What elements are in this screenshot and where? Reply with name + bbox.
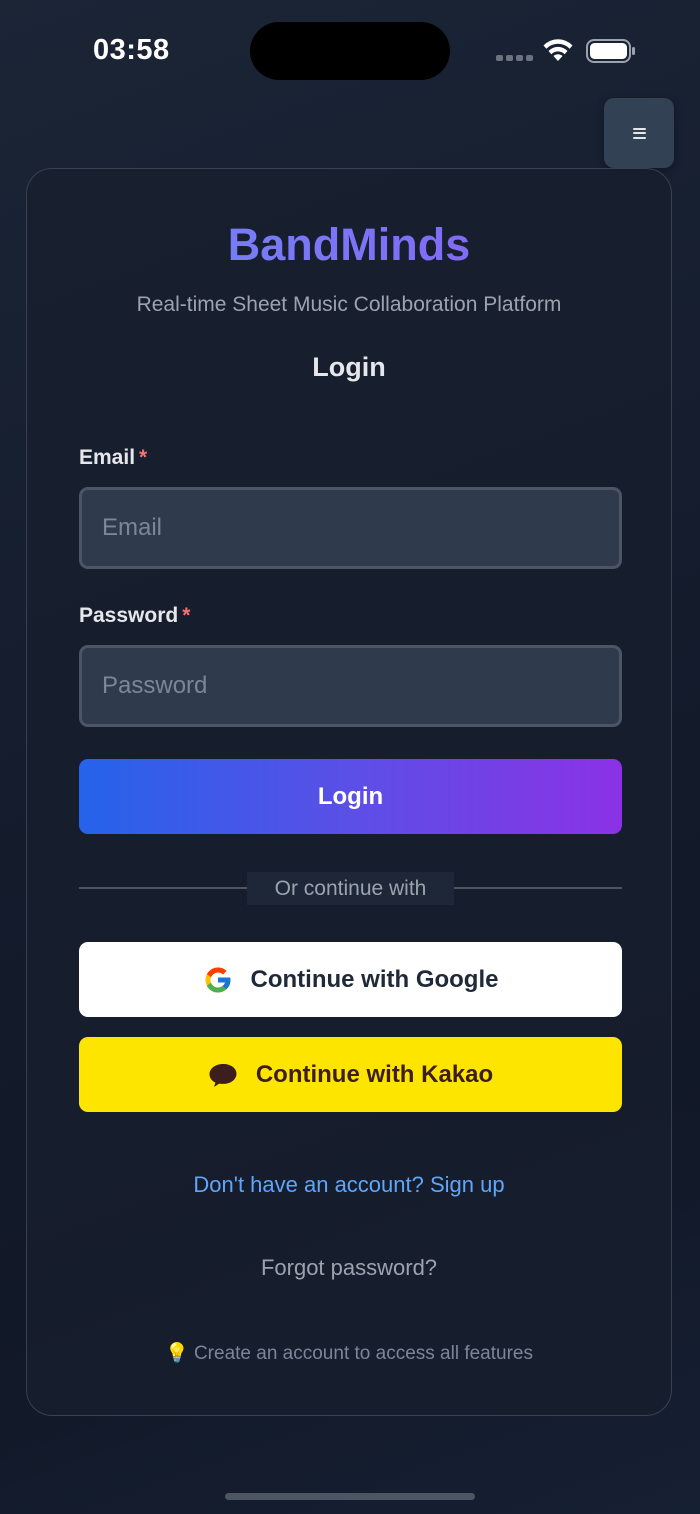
password-field[interactable]: [79, 645, 622, 727]
forgot-password-link[interactable]: Forgot password?: [27, 1255, 671, 1281]
hint-message: Create an account to access all features: [193, 1343, 533, 1364]
battery-icon: [586, 39, 635, 63]
required-marker: *: [139, 446, 148, 469]
password-label-text: Password: [79, 604, 179, 627]
password-label: Password *: [79, 604, 190, 628]
cellular-signal-icon: [496, 55, 533, 61]
divider-text: Or continue with: [247, 872, 454, 905]
hint-text: 💡 Create an account to access all featur…: [27, 1341, 671, 1365]
signup-link[interactable]: Don't have an account? Sign up: [27, 1172, 671, 1198]
required-marker: *: [182, 604, 191, 627]
email-label-text: Email: [79, 446, 136, 469]
tagline: Real-time Sheet Music Collaboration Plat…: [136, 293, 562, 316]
email-field[interactable]: [79, 487, 622, 569]
login-card: BandMinds Real-time Sheet Music Collabor…: [26, 168, 672, 1416]
menu-button[interactable]: [604, 98, 674, 168]
brand-title: BandMinds: [27, 219, 671, 271]
kakao-login-label: Continue with Kakao: [255, 1060, 494, 1088]
google-login-label: Continue with Google: [250, 965, 499, 993]
google-login-button[interactable]: Continue with Google: [79, 942, 622, 1017]
hamburger-icon: [632, 127, 646, 139]
email-label: Email *: [79, 446, 147, 470]
login-button[interactable]: Login: [79, 759, 622, 834]
speech-bubble-icon: [209, 1063, 237, 1087]
home-indicator[interactable]: [225, 1493, 475, 1500]
status-time: 03:58: [93, 34, 170, 66]
wifi-icon: [543, 39, 573, 61]
form-title: Login: [312, 352, 386, 382]
kakao-login-button[interactable]: Continue with Kakao: [79, 1037, 622, 1112]
lightbulb-icon: 💡: [165, 1343, 189, 1364]
google-logo-icon: [205, 967, 231, 992]
dynamic-island: [250, 22, 450, 80]
